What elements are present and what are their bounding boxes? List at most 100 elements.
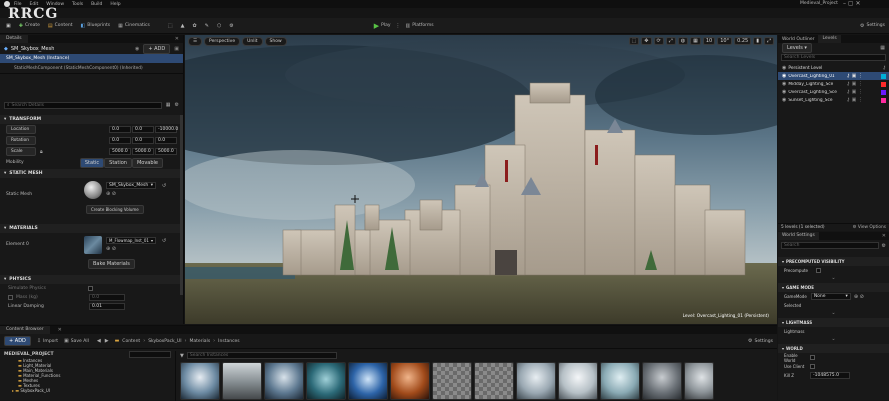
scale-z[interactable]: 5000.0 [155, 148, 177, 155]
level-item-persistent[interactable]: ◉ Persistent Level ⚷ [778, 64, 889, 72]
geometry-mode-icon[interactable]: ⬡ [217, 23, 221, 29]
asset-thumbnail[interactable] [516, 362, 556, 400]
details-scrollbar[interactable] [180, 115, 183, 295]
breadcrumb-instances[interactable]: Instances [218, 339, 240, 344]
scale-lock-icon[interactable]: 🔒︎ [40, 149, 43, 155]
mesh-thumbnail[interactable] [84, 181, 102, 199]
asset-thumbnail[interactable] [642, 362, 682, 400]
tab-levels[interactable]: Levels [818, 35, 841, 43]
platforms-icon[interactable]: ▥ [406, 23, 411, 29]
lock-icon[interactable]: ◉ [135, 46, 139, 52]
folder-skyboxpack[interactable]: ▸ ▬ SkyboxPack_UI [12, 388, 175, 393]
level-item-midday[interactable]: ◉ Midday_Lighting_Sce ⚷ ▣ ⋮ [778, 80, 889, 88]
level-color-swatch[interactable] [881, 97, 886, 103]
asset-thumbnail[interactable] [432, 362, 472, 400]
world-icon[interactable]: ◍ [677, 37, 689, 45]
blueprints-button[interactable]: Blueprints [87, 23, 110, 28]
static-mesh-picker[interactable]: SM_Skybox_Mesh ▾ [106, 182, 156, 189]
level-item-overcast-01[interactable]: ◉ Overcast_Lighting_01 ⚷ ▣ ⋮ [778, 72, 889, 80]
window-controls[interactable]: – ▢ ✕ [843, 0, 861, 7]
menu-help[interactable]: Help [110, 2, 120, 7]
visibility-icon[interactable]: ◉ [782, 65, 786, 71]
mobility-static[interactable]: Static [79, 157, 105, 168]
game-mode-section[interactable]: ▾ GAME MODE [778, 283, 889, 292]
blueprints-icon[interactable]: ◧ [81, 23, 86, 29]
breadcrumb-content[interactable]: Content [122, 339, 140, 344]
component-row[interactable]: StaticMeshComponent (StaticMeshComponent… [0, 63, 183, 74]
precomputed-visibility-section[interactable]: ▾ PRECOMPUTED VISIBILITY [778, 257, 889, 266]
transform-section[interactable]: ▾ TRANSFORM [0, 115, 183, 124]
browse-icon[interactable]: ⊕ ⊘ [106, 191, 116, 197]
menu-tools[interactable]: Tools [72, 2, 83, 7]
show-button[interactable]: Show [264, 36, 287, 46]
mobility-stationary[interactable]: Station [104, 157, 132, 168]
project-root[interactable]: MEDIEVAL_PROJECT [4, 352, 54, 357]
select-icon[interactable]: ⬚ [628, 37, 640, 45]
asset-thumbnail[interactable] [348, 362, 388, 400]
filter-icon[interactable]: ▼ [180, 353, 184, 359]
asset-thumbnail[interactable] [180, 362, 220, 400]
scale-icon[interactable]: ⤢ [665, 37, 676, 45]
create-blocking-volume-button[interactable]: Create Blocking Volume [86, 205, 144, 214]
rotation-x[interactable]: 0.0 [109, 137, 131, 144]
world-settings-search-input[interactable]: Search [781, 242, 879, 249]
visibility-icon[interactable]: ◉ [782, 97, 786, 103]
lock-icon[interactable]: ⚷ ▣ ⋮ [846, 73, 863, 79]
import-button[interactable]: Import [43, 339, 58, 344]
materials-section[interactable]: ▾ MATERIALS [0, 224, 183, 233]
tab-details[interactable]: Details [0, 35, 28, 43]
settings-icon[interactable]: ⚙ [748, 338, 752, 344]
visibility-icon[interactable]: ◉ [782, 89, 786, 95]
mass-checkbox[interactable] [8, 295, 13, 300]
level-color-swatch[interactable] [881, 89, 886, 95]
level-color-swatch[interactable] [881, 73, 886, 79]
visibility-icon[interactable]: ◉ [782, 81, 786, 87]
level-item-sunset[interactable]: ◉ Sunset_Lighting_Sce ⚷ ▣ ⋮ [778, 96, 889, 104]
mass-field[interactable]: 0.0 [89, 294, 125, 301]
lock-icon[interactable]: ⚷ ▣ ⋮ [846, 89, 863, 95]
asset-thumbnail[interactable] [600, 362, 640, 400]
material-thumbnail[interactable] [84, 236, 102, 254]
menu-build[interactable]: Build [91, 2, 102, 7]
reset-icon[interactable]: ↺ [162, 183, 166, 189]
lightmass-section[interactable]: ▾ LIGHTMASS [778, 318, 889, 327]
selected-gamemode-row[interactable]: Selected [784, 303, 801, 308]
expand-icon[interactable]: ⌄ [778, 336, 889, 344]
linear-damping-field[interactable]: 0.01 [89, 303, 125, 310]
cinematics-icon[interactable]: ▦ [118, 23, 123, 29]
simulate-physics-checkbox[interactable] [88, 286, 93, 291]
location-dropdown[interactable]: Location [6, 125, 36, 134]
rotation-y[interactable]: 0.0 [132, 137, 154, 144]
bake-materials-button[interactable]: Bake Materials [88, 259, 135, 269]
content-settings-button[interactable]: Settings [755, 339, 773, 344]
material-reset-icon[interactable]: ↺ [162, 238, 166, 244]
save-all-icon[interactable]: ▣ [64, 338, 69, 344]
details-search-input[interactable]: ⌕ Search Details [4, 101, 162, 109]
close-icon[interactable]: ✕ [58, 327, 62, 333]
close-icon[interactable]: ✕ [175, 36, 179, 42]
level-color-swatch[interactable] [881, 81, 886, 87]
world-settings-gear-icon[interactable]: ⚙ [882, 243, 886, 249]
lock-icon[interactable]: ⚷ ▣ ⋮ [846, 97, 863, 103]
view-options-button[interactable]: ⚙ View Options [853, 225, 886, 230]
scale-snap-value[interactable]: 0.25 [734, 37, 752, 45]
platforms-button[interactable]: Platforms [412, 23, 433, 28]
material-browse-icon[interactable]: ⊕ ⊘ [106, 246, 116, 252]
add-component-button[interactable]: + ADD [143, 43, 171, 54]
breadcrumb-skyboxpack[interactable]: SkyboxPack_UI [148, 339, 181, 344]
location-z[interactable]: -10000.0 [155, 126, 178, 133]
landscape-mode-icon[interactable]: ▲ [181, 23, 185, 29]
lightmass-row[interactable]: Lightmass [784, 329, 805, 334]
instance-row[interactable]: SM_Skybox_Mesh (Instance) [0, 54, 183, 63]
perspective-button[interactable]: Perspective [204, 36, 241, 46]
kill-z-field[interactable]: -1048575.0 [810, 372, 850, 379]
asset-search-input[interactable]: Search Instances [186, 352, 337, 359]
select-mode-icon[interactable]: ⬚ [168, 23, 173, 29]
play-button[interactable]: Play [381, 23, 390, 28]
paint-mode-icon[interactable]: ✎ [205, 23, 209, 29]
viewport-menu-button[interactable]: ☰ [188, 36, 203, 46]
rotation-z[interactable]: 0.0 [155, 137, 177, 144]
viewport[interactable]: ☰ Perspective Unlit Show ⬚ ✥ ⟳ ⤢ ◍ ▦ 10 … [185, 35, 777, 324]
play-options-icon[interactable]: ⋮ [396, 23, 401, 29]
grid-snap-icon[interactable]: ▦ [690, 37, 701, 45]
